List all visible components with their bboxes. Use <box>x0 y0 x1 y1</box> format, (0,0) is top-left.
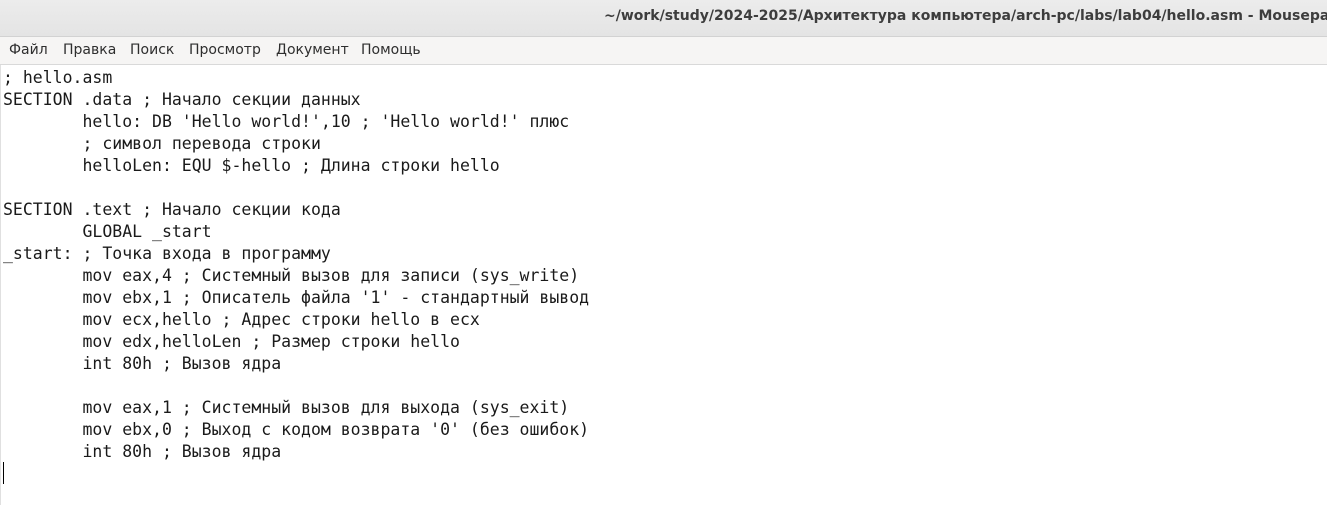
menu-view[interactable]: Просмотр <box>189 42 261 58</box>
code-line: SECTION .text ; Начало секции кода <box>3 200 341 219</box>
window-title: ~/work/study/2024-2025/Архитектура компь… <box>604 8 1327 24</box>
editor-left-border <box>0 65 1 505</box>
code-line: _start: ; Точка входа в программу <box>3 244 331 263</box>
code-line: int 80h ; Вызов ядра <box>3 442 282 461</box>
code-line: mov ecx,hello ; Адрес строки hello в ecx <box>3 310 480 329</box>
menu-edit[interactable]: Правка <box>63 42 116 58</box>
code-line: mov ebx,1 ; Описатель файла '1' - станда… <box>3 288 590 307</box>
menu-document[interactable]: Документ <box>276 42 349 58</box>
code-line: mov ebx,0 ; Выход с кодом возврата '0' (… <box>3 420 590 439</box>
text-editor-area[interactable]: ; hello.asm SECTION .data ; Начало секци… <box>0 65 1327 505</box>
text-cursor <box>3 462 4 484</box>
code-line: mov eax,4 ; Системный вызов для записи (… <box>3 266 580 285</box>
code-line: ; символ перевода строки <box>3 134 321 153</box>
code-line: hello: DB 'Hello world!',10 ; 'Hello wor… <box>3 112 570 131</box>
code-line: GLOBAL _start <box>3 222 212 241</box>
code-line: ; hello.asm <box>3 68 113 87</box>
menu-file[interactable]: Файл <box>9 42 48 58</box>
code-line: mov edx,helloLen ; Размер строки hello <box>3 332 460 351</box>
code-line: int 80h ; Вызов ядра <box>3 354 282 373</box>
mousepad-window: ~/work/study/2024-2025/Архитектура компь… <box>0 0 1327 505</box>
menu-bar: Файл Правка Поиск Просмотр Документ Помо… <box>0 37 1327 65</box>
code-line: SECTION .data ; Начало секции данных <box>3 90 361 109</box>
menu-search[interactable]: Поиск <box>130 42 174 58</box>
code-line: mov eax,1 ; Системный вызов для выхода (… <box>3 398 570 417</box>
code-line: helloLen: EQU $-hello ; Длина строки hel… <box>3 156 500 175</box>
menu-help[interactable]: Помощь <box>361 42 421 58</box>
title-bar[interactable]: ~/work/study/2024-2025/Архитектура компь… <box>0 0 1327 37</box>
